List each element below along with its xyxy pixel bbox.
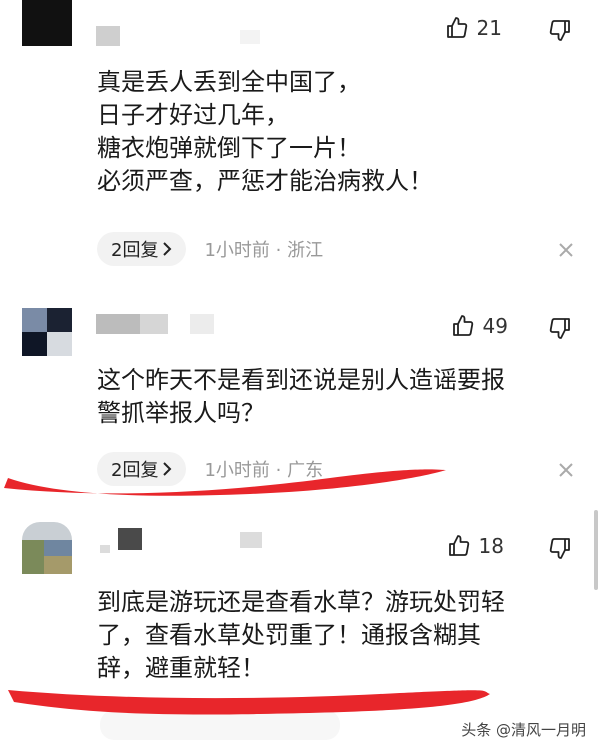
thumbs-up-icon — [448, 535, 469, 556]
watermark: 头条 @清风一月明 — [461, 719, 586, 740]
avatar[interactable] — [22, 522, 72, 574]
thumbs-down-icon[interactable] — [548, 536, 572, 560]
watermark-text: 头条 @清风一月明 — [461, 721, 586, 739]
like-button[interactable]: 18 — [447, 534, 504, 558]
next-row-faded — [100, 710, 340, 740]
username-blurred-tail — [240, 532, 262, 548]
scrollbar-thumb[interactable] — [594, 510, 598, 590]
username-blurred[interactable] — [118, 528, 142, 550]
comment-text: 到底是游玩还是查看水草？游玩处罚轻 了，查看水草处罚重了！通报含糊其 辞，避重就… — [97, 588, 505, 682]
like-count: 18 — [478, 534, 504, 558]
comment-item: 18 到底是游玩还是查看水草？游玩处罚轻 了，查看水草处罚重了！通报含糊其 辞，… — [0, 0, 600, 750]
username-blurred-tail — [100, 545, 110, 553]
